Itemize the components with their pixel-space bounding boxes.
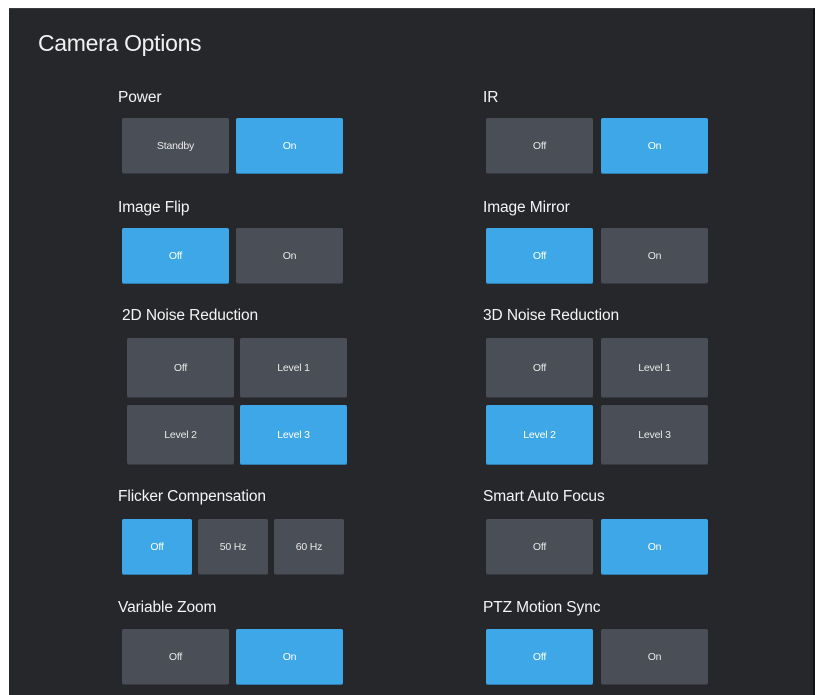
ir-off-button[interactable]: Off — [486, 118, 593, 174]
noise-3d-off-button[interactable]: Off — [486, 338, 593, 398]
image-flip-on-button[interactable]: On — [236, 228, 343, 284]
smart-af-off-button[interactable]: Off — [486, 519, 593, 575]
power-label: Power — [118, 89, 162, 106]
variable-zoom-label: Variable Zoom — [118, 599, 217, 616]
variable-zoom-on-button[interactable]: On — [236, 629, 343, 685]
flicker-50hz-button[interactable]: 50 Hz — [198, 519, 268, 575]
ptz-sync-label: PTZ Motion Sync — [483, 599, 601, 616]
image-mirror-off-button[interactable]: Off — [486, 228, 593, 284]
image-flip-off-button[interactable]: Off — [122, 228, 229, 284]
image-mirror-label: Image Mirror — [483, 199, 570, 216]
noise-2d-off-button[interactable]: Off — [127, 338, 234, 398]
flicker-off-button[interactable]: Off — [122, 519, 192, 575]
noise-2d-label: 2D Noise Reduction — [122, 307, 259, 324]
variable-zoom-off-button[interactable]: Off — [122, 629, 229, 685]
noise-3d-level3-button[interactable]: Level 3 — [601, 405, 708, 465]
noise-2d-level3-button[interactable]: Level 3 — [240, 405, 347, 465]
page-title: Camera Options — [38, 30, 202, 56]
noise-2d-level2-button[interactable]: Level 2 — [127, 405, 234, 465]
noise-3d-level1-button[interactable]: Level 1 — [601, 338, 708, 398]
noise-3d-level2-button[interactable]: Level 2 — [486, 405, 593, 465]
ptz-sync-on-button[interactable]: On — [601, 629, 708, 685]
flicker-60hz-button[interactable]: 60 Hz — [274, 519, 344, 575]
power-standby-button[interactable]: Standby — [122, 118, 229, 174]
noise-2d-level1-button[interactable]: Level 1 — [240, 338, 347, 398]
smart-af-label: Smart Auto Focus — [483, 488, 605, 505]
smart-af-on-button[interactable]: On — [601, 519, 708, 575]
image-flip-label: Image Flip — [118, 199, 190, 216]
ir-label: IR — [483, 89, 499, 106]
noise-3d-label: 3D Noise Reduction — [483, 307, 620, 324]
window: Camera Options Power Standby On IR Off O… — [0, 0, 817, 695]
camera-options-panel: Camera Options Power Standby On IR Off O… — [9, 8, 815, 695]
ptz-sync-off-button[interactable]: Off — [486, 629, 593, 685]
power-on-button[interactable]: On — [236, 118, 343, 174]
flicker-label: Flicker Compensation — [118, 488, 266, 505]
ir-on-button[interactable]: On — [601, 118, 708, 174]
image-mirror-on-button[interactable]: On — [601, 228, 708, 284]
